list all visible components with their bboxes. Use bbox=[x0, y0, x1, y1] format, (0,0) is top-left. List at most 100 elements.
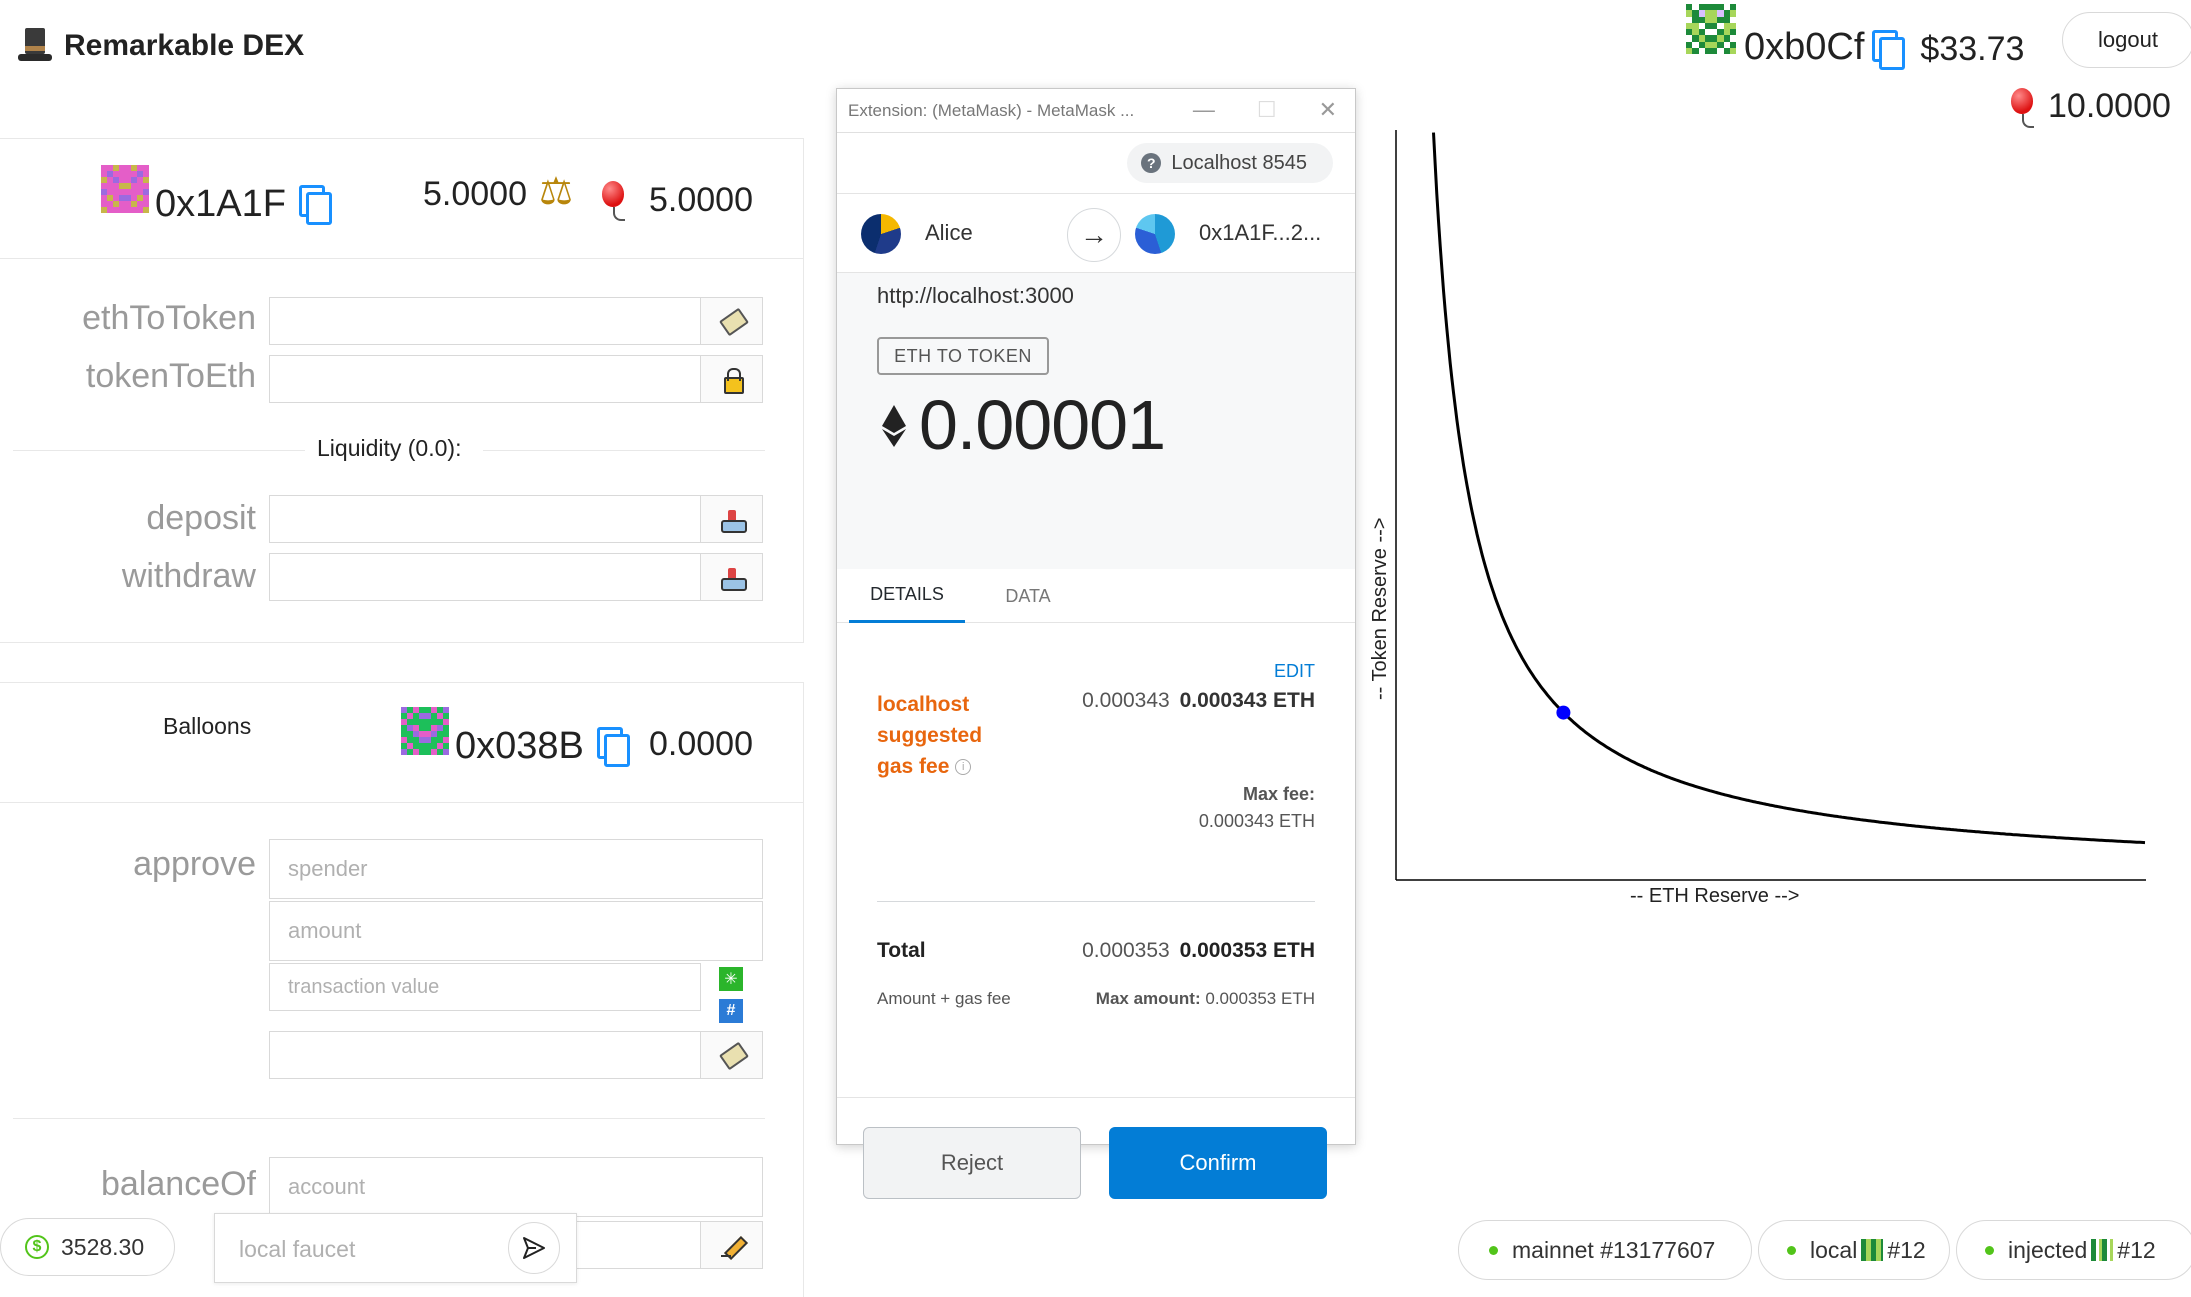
app-title-text: Remarkable DEX bbox=[64, 29, 305, 62]
info-icon[interactable]: i bbox=[955, 759, 972, 776]
amount-input[interactable]: amount bbox=[269, 901, 763, 961]
tab-data[interactable]: DATA bbox=[993, 569, 1063, 623]
dex-address: 0x1A1F bbox=[155, 183, 286, 225]
hash-button[interactable]: # bbox=[719, 999, 743, 1023]
metamask-popup: Extension: (MetaMask) - MetaMask ... — ☐… bbox=[836, 88, 1356, 1199]
to-avatar bbox=[1135, 214, 1175, 254]
faucet-input[interactable]: local faucet bbox=[239, 1236, 355, 1263]
network-injected[interactable]: injected #12 bbox=[1956, 1220, 2191, 1280]
footer-divider bbox=[837, 1097, 1355, 1098]
origin-url: http://localhost:3000 bbox=[877, 283, 1074, 308]
eth-to-token-input[interactable] bbox=[270, 298, 700, 344]
network-label: injected bbox=[2008, 1236, 2088, 1263]
x-axis-label: -- ETH Reserve --> bbox=[1630, 885, 1799, 907]
deposit-input[interactable] bbox=[270, 496, 700, 542]
tab-details-label: DETAILS bbox=[870, 584, 944, 604]
header-account: 0xb0Cf $33.73 bbox=[1686, 4, 2025, 70]
withdraw-label: withdraw bbox=[121, 557, 256, 595]
balanceof-query-button[interactable] bbox=[700, 1222, 762, 1268]
max-amount: Max amount: 0.000353 ETH bbox=[1096, 989, 1315, 1009]
network-mainnet[interactable]: mainnet #13177607 bbox=[1458, 1220, 1752, 1280]
pencil-icon bbox=[720, 1233, 744, 1257]
method-label: ETH TO TOKEN bbox=[894, 345, 1032, 366]
logout-button[interactable]: logout bbox=[2062, 12, 2191, 68]
network-local[interactable]: local #12 bbox=[1758, 1220, 1950, 1280]
dex-token-balance: 5.0000 bbox=[649, 181, 753, 219]
minimize-icon[interactable]: — bbox=[1193, 97, 1215, 123]
copy-icon[interactable] bbox=[299, 185, 332, 225]
copy-icon[interactable] bbox=[1872, 30, 1906, 70]
reserve-chart: -- ETH Reserve --> -- Token Reserve --> bbox=[1369, 120, 2150, 920]
reject-button[interactable]: Reject bbox=[863, 1127, 1081, 1199]
deposit-button[interactable] bbox=[700, 496, 762, 542]
gas-fee-bold: 0.000343 ETH bbox=[1179, 689, 1315, 712]
edit-link[interactable]: EDIT bbox=[1274, 661, 1315, 682]
tab-details[interactable]: DETAILS bbox=[849, 569, 965, 623]
eth-to-token-send-button[interactable] bbox=[700, 298, 762, 344]
multiply-button[interactable]: ✳ bbox=[719, 967, 743, 991]
outbox-tray-icon bbox=[720, 565, 747, 591]
dex-avatar bbox=[101, 165, 149, 213]
transaction-value-input[interactable]: transaction value bbox=[269, 963, 701, 1011]
max-fee-label: Max fee: bbox=[1242, 784, 1315, 804]
eth-icon bbox=[882, 405, 906, 447]
approve-send-button[interactable] bbox=[700, 1032, 762, 1078]
total-values: 0.000353 0.000353 ETH bbox=[1082, 939, 1315, 963]
max-amount-label: Max amount: bbox=[1095, 989, 1201, 1008]
maximize-icon[interactable]: ☐ bbox=[1257, 97, 1277, 123]
app-title: Remarkable DEX bbox=[18, 28, 304, 64]
constant-product-curve bbox=[1432, 132, 2146, 845]
token-balance: 0.0000 bbox=[649, 725, 753, 763]
status-dot bbox=[1787, 1245, 1796, 1255]
send-icon bbox=[720, 1043, 744, 1067]
account-input[interactable]: account bbox=[269, 1157, 763, 1217]
tab-data-label: DATA bbox=[1005, 585, 1051, 606]
account-transfer-row: Alice → 0x1A1F...2... bbox=[837, 193, 1355, 273]
liquidity-divider-right bbox=[483, 450, 765, 451]
dex-card-header: 0x1A1F 5.0000 ⚖ 5.0000 bbox=[0, 139, 803, 259]
arrow-right-icon: → bbox=[1067, 208, 1121, 262]
total-light: 0.000353 bbox=[1082, 939, 1170, 962]
liquidity-divider-left bbox=[13, 450, 305, 451]
total-label: Total bbox=[877, 939, 926, 962]
faucet-box: local faucet bbox=[214, 1213, 577, 1283]
window-controls: — ☐ ✕ bbox=[1193, 97, 1337, 123]
dex-card: 0x1A1F 5.0000 ⚖ 5.0000 ethToToken tokenT… bbox=[0, 138, 804, 643]
network-label: mainnet #13177607 bbox=[1512, 1236, 1716, 1263]
account-avatar bbox=[1686, 4, 1736, 54]
token-address: 0x038B bbox=[455, 725, 584, 767]
faucet-send-button[interactable] bbox=[508, 1222, 560, 1274]
from-account: Alice bbox=[925, 220, 973, 245]
withdraw-field bbox=[269, 553, 763, 601]
window-title: Extension: (MetaMask) - MetaMask ... bbox=[848, 100, 1135, 120]
current-reserve-point bbox=[1556, 705, 1571, 720]
send-arrow-icon bbox=[523, 1237, 545, 1259]
transaction-value-placeholder: transaction value bbox=[288, 975, 440, 998]
close-icon[interactable]: ✕ bbox=[1319, 97, 1337, 123]
total-divider bbox=[877, 901, 1315, 902]
token-card: Balloons 0x038B 0.0000 approve spender a… bbox=[0, 682, 804, 1297]
token-avatar bbox=[401, 707, 449, 755]
token-to-eth-lock-button[interactable] bbox=[700, 356, 762, 402]
max-fee: Max fee: 0.000343 ETH bbox=[1199, 781, 1315, 835]
gas-fee-values: 0.000343 0.000343 ETH bbox=[1082, 689, 1315, 713]
network-pill[interactable]: ? Localhost 8545 bbox=[1127, 143, 1333, 183]
network-name: Localhost 8545 bbox=[1171, 151, 1307, 174]
confirm-button[interactable]: Confirm bbox=[1109, 1127, 1327, 1199]
token-name: Balloons bbox=[163, 713, 252, 739]
approve-result-input[interactable] bbox=[270, 1032, 700, 1078]
lock-icon bbox=[720, 367, 744, 394]
deposit-label: deposit bbox=[146, 499, 256, 537]
copy-icon[interactable] bbox=[597, 727, 630, 767]
withdraw-button[interactable] bbox=[700, 554, 762, 600]
amount-placeholder: amount bbox=[288, 918, 362, 943]
spender-input[interactable]: spender bbox=[269, 839, 763, 899]
gas-fee-light: 0.000343 bbox=[1082, 689, 1170, 712]
token-to-eth-input[interactable] bbox=[270, 356, 700, 402]
account-usd-balance: $33.73 bbox=[1920, 30, 2025, 68]
reserve-curve-chart: -- ETH Reserve --> -- Token Reserve --> bbox=[1369, 130, 2146, 907]
to-account: 0x1A1F...2... bbox=[1199, 220, 1322, 245]
y-axis-label: -- Token Reserve --> bbox=[1370, 518, 1391, 700]
withdraw-input[interactable] bbox=[270, 554, 700, 600]
from-avatar bbox=[861, 214, 901, 254]
